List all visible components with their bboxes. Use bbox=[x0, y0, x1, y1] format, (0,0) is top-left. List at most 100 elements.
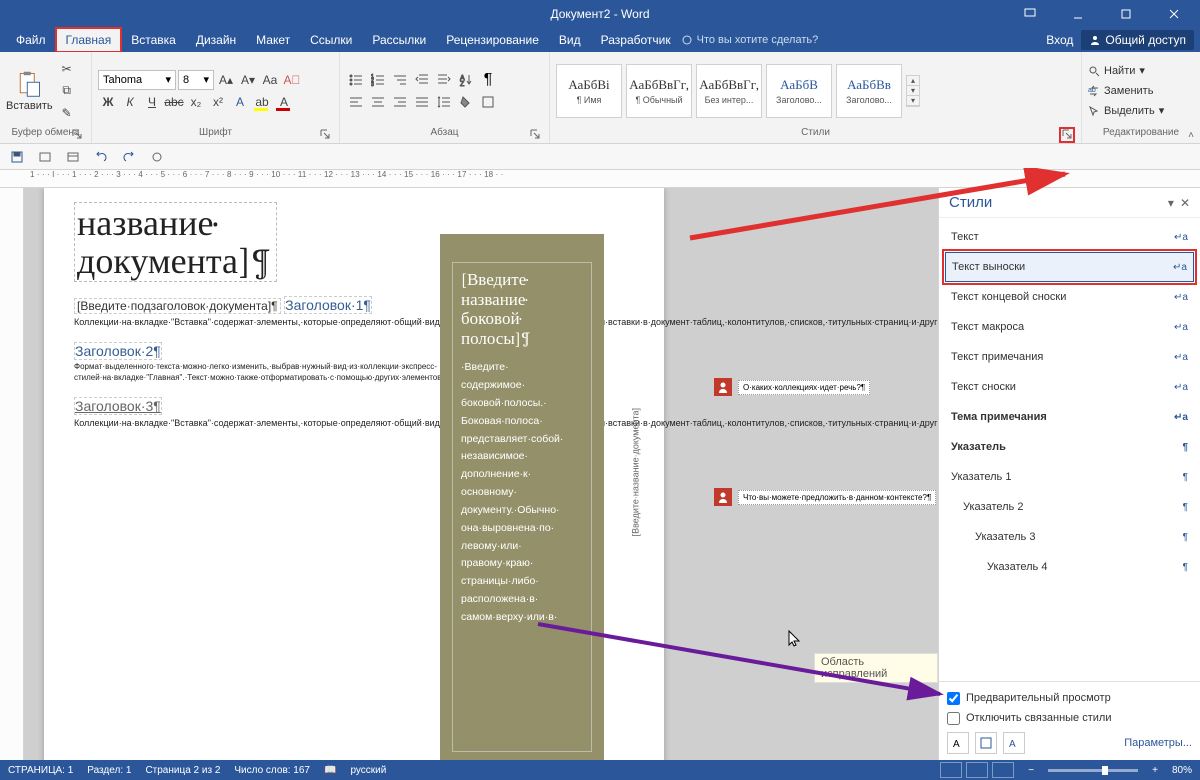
share-button[interactable]: Общий доступ bbox=[1081, 30, 1194, 50]
style-tile[interactable]: АаБбВвГг,Без интер... bbox=[696, 64, 762, 118]
close-icon[interactable] bbox=[1152, 0, 1196, 28]
tab-references[interactable]: Ссылки bbox=[300, 28, 362, 52]
style-list-item[interactable]: Текст выноски↵a bbox=[945, 252, 1194, 282]
manage-styles-icon[interactable]: A bbox=[1003, 732, 1025, 754]
style-tile[interactable]: АаБбВвГг,¶ Обычный bbox=[626, 64, 692, 118]
tab-design[interactable]: Дизайн bbox=[186, 28, 246, 52]
comment-text[interactable]: О·каких·коллекциях·идет·речь?¶ bbox=[738, 380, 870, 395]
style-list-item[interactable]: Текст концевой сноски↵a bbox=[945, 282, 1194, 312]
comment-text[interactable]: Что·вы·можете·предложить·в·данном·контек… bbox=[738, 490, 936, 505]
zoom-in-icon[interactable]: + bbox=[1152, 765, 1158, 776]
clear-format-icon[interactable]: A⃠ bbox=[282, 70, 302, 90]
tab-developer[interactable]: Разработчик bbox=[591, 28, 681, 52]
text-effects-icon[interactable]: A bbox=[230, 92, 250, 112]
zoom-value[interactable]: 80% bbox=[1172, 765, 1192, 776]
styles-list[interactable]: Текст↵aТекст выноски↵aТекст концевой сно… bbox=[939, 218, 1200, 681]
signin-button[interactable]: Вход bbox=[1046, 33, 1073, 47]
replace-button[interactable]: abЗаменить bbox=[1088, 82, 1164, 100]
style-list-item[interactable]: Указатель 2¶ bbox=[945, 492, 1194, 522]
styles-gallery[interactable]: АаБбВі¶ ИмяАаБбВвГг,¶ ОбычныйАаБбВвГг,Бе… bbox=[556, 64, 902, 118]
cut-icon[interactable]: ✂ bbox=[57, 59, 77, 79]
style-list-item[interactable]: Указатель 4¶ bbox=[945, 552, 1194, 582]
style-list-item[interactable]: Текст примечания↵a bbox=[945, 342, 1194, 372]
page[interactable]: название· документа]¶ [Введите·подзаголо… bbox=[44, 188, 664, 760]
gallery-scroll[interactable]: ▴▾▾ bbox=[906, 75, 920, 107]
save-icon[interactable] bbox=[8, 148, 26, 166]
align-right-icon[interactable] bbox=[390, 92, 410, 112]
highlight-icon[interactable]: ab bbox=[252, 92, 272, 112]
superscript-icon[interactable]: x² bbox=[208, 92, 228, 112]
tab-layout[interactable]: Макет bbox=[246, 28, 300, 52]
style-list-item[interactable]: Текст сноски↵a bbox=[945, 372, 1194, 402]
style-tile[interactable]: АаБбВвЗаголово... bbox=[836, 64, 902, 118]
comment-2[interactable]: Что·вы·можете·предложить·в·данном·контек… bbox=[714, 488, 936, 506]
view-print-icon[interactable] bbox=[966, 762, 988, 778]
proofing-icon[interactable]: 📖 bbox=[324, 765, 336, 776]
format-painter-icon[interactable]: ✎ bbox=[57, 103, 77, 123]
align-left-icon[interactable] bbox=[346, 92, 366, 112]
tab-view[interactable]: Вид bbox=[549, 28, 591, 52]
font-color-icon[interactable]: A bbox=[274, 92, 294, 112]
pane-dropdown-icon[interactable]: ▾ bbox=[1168, 196, 1174, 210]
pilcrow-icon[interactable]: ¶ bbox=[478, 70, 498, 90]
qat-icon-2[interactable] bbox=[36, 148, 54, 166]
tab-mailings[interactable]: Рассылки bbox=[362, 28, 436, 52]
styles-launcher-icon[interactable] bbox=[1061, 129, 1073, 141]
style-inspector-icon[interactable] bbox=[975, 732, 997, 754]
heading-3[interactable]: Заголовок·3¶ bbox=[74, 397, 162, 415]
collapse-ribbon-icon[interactable]: ˄ bbox=[1188, 130, 1194, 141]
status-lang[interactable]: русский bbox=[350, 765, 386, 776]
bold-icon[interactable]: Ж bbox=[98, 92, 118, 112]
qat-icon-3[interactable] bbox=[64, 148, 82, 166]
paragraph-launcher-icon[interactable] bbox=[529, 129, 541, 141]
find-button[interactable]: Найти ▾ bbox=[1088, 62, 1164, 80]
view-read-icon[interactable] bbox=[940, 762, 962, 778]
paste-button[interactable]: Вставить bbox=[6, 70, 53, 112]
maximize-icon[interactable] bbox=[1104, 0, 1148, 28]
font-size-select[interactable]: 8▾ bbox=[178, 70, 214, 90]
tab-file[interactable]: Файл bbox=[6, 28, 56, 52]
multilevel-icon[interactable] bbox=[390, 70, 410, 90]
style-list-item[interactable]: Указатель¶ bbox=[945, 432, 1194, 462]
style-list-item[interactable]: Текст↵a bbox=[945, 222, 1194, 252]
zoom-out-icon[interactable]: − bbox=[1028, 765, 1034, 776]
line-spacing-icon[interactable] bbox=[434, 92, 454, 112]
tab-insert[interactable]: Вставка bbox=[121, 28, 186, 52]
body-1[interactable]: Коллекции·на·вкладке·"Вставка"·содержат·… bbox=[74, 316, 414, 328]
options-link[interactable]: Параметры... bbox=[1124, 737, 1192, 749]
underline-icon[interactable]: Ч bbox=[142, 92, 162, 112]
copy-icon[interactable]: ⧉ bbox=[57, 81, 77, 101]
style-tile[interactable]: АаБбВЗаголово... bbox=[766, 64, 832, 118]
sort-icon[interactable]: AZ bbox=[456, 70, 476, 90]
justify-icon[interactable] bbox=[412, 92, 432, 112]
zoom-slider[interactable] bbox=[1048, 769, 1138, 772]
disable-linked-checkbox[interactable]: Отключить связанные стили bbox=[947, 708, 1192, 728]
style-tile[interactable]: АаБбВі¶ Имя bbox=[556, 64, 622, 118]
ruler-vertical[interactable] bbox=[0, 188, 24, 760]
font-launcher-icon[interactable] bbox=[319, 129, 331, 141]
qat-icon-6[interactable] bbox=[148, 148, 166, 166]
doc-subtitle[interactable]: [Введите·подзаголовок·документа]¶ bbox=[74, 298, 281, 314]
bullets-icon[interactable] bbox=[346, 70, 366, 90]
new-style-icon[interactable]: A bbox=[947, 732, 969, 754]
clipboard-launcher-icon[interactable] bbox=[71, 129, 83, 141]
subscript-icon[interactable]: x₂ bbox=[186, 92, 206, 112]
undo-icon[interactable] bbox=[92, 148, 110, 166]
tab-home[interactable]: Главная bbox=[56, 28, 122, 52]
grow-font-icon[interactable]: A▴ bbox=[216, 70, 236, 90]
sidebar-title[interactable]: [Введите· название· боковой· полосы]¶ bbox=[461, 271, 531, 349]
tell-me[interactable]: Что вы хотите сделать? bbox=[681, 34, 819, 46]
status-page[interactable]: СТРАНИЦА: 1 bbox=[8, 765, 73, 776]
shading-icon[interactable] bbox=[456, 92, 476, 112]
sidebar-body[interactable]: ·Введите· содержимое· боковой·полосы.· Б… bbox=[461, 359, 583, 627]
numbering-icon[interactable]: 123 bbox=[368, 70, 388, 90]
minimize-icon[interactable] bbox=[1056, 0, 1100, 28]
tab-review[interactable]: Рецензирование bbox=[436, 28, 549, 52]
comment-1[interactable]: О·каких·коллекциях·идет·речь?¶ bbox=[714, 378, 870, 396]
status-words[interactable]: Число слов: 167 bbox=[234, 765, 310, 776]
shrink-font-icon[interactable]: A▾ bbox=[238, 70, 258, 90]
borders-icon[interactable] bbox=[478, 92, 498, 112]
italic-icon[interactable]: К bbox=[120, 92, 140, 112]
view-web-icon[interactable] bbox=[992, 762, 1014, 778]
select-button[interactable]: Выделить ▾ bbox=[1088, 102, 1164, 120]
